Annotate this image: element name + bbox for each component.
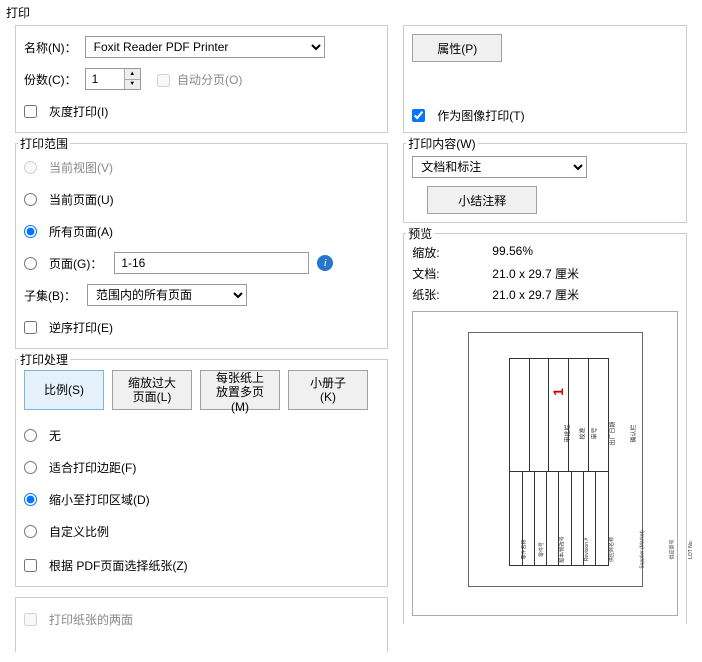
preview-group: 预览 缩放: 99.56% 文档: 21.0 x 29.7 厘米 纸张: 21.… xyxy=(403,233,687,624)
copies-label: 份数(C)： xyxy=(24,71,77,88)
info-icon[interactable]: i xyxy=(317,255,333,271)
duplex-group: 打印纸张的两面 xyxy=(15,597,388,652)
range-legend: 打印范围 xyxy=(18,135,70,152)
range-group: 打印范围 当前视图(V) 当前页面(U) 所有页面(A) 页面(G)： i 子集… xyxy=(15,143,388,349)
dialog-title: 打印 xyxy=(0,0,702,25)
tab-large[interactable]: 缩放过大 页面(L) xyxy=(112,370,192,410)
content-group: 打印内容(W) 文档和标注 小结注释 xyxy=(403,143,687,223)
scale-custom-label: 自定义比例 xyxy=(49,523,109,540)
subset-label: 子集(B)： xyxy=(24,287,79,304)
scale-shrink-label: 缩小至打印区域(D) xyxy=(49,491,150,508)
printer-group: 名称(N)： Foxit Reader PDF Printer 份数(C)： ▲… xyxy=(15,25,388,133)
scale-none-label: 无 xyxy=(49,427,61,444)
paper-value: 21.0 x 29.7 厘米 xyxy=(492,286,579,303)
summarize-button[interactable]: 小结注释 xyxy=(427,186,537,214)
page-number: 1 xyxy=(550,388,566,396)
reverse-checkbox[interactable] xyxy=(24,321,37,334)
content-legend: 打印内容(W) xyxy=(406,135,477,152)
properties-button[interactable]: 属性(P) xyxy=(412,34,502,62)
current-view-label: 当前视图(V) xyxy=(49,159,113,176)
scale-fit-radio[interactable] xyxy=(24,461,37,474)
scale-fit-label: 适合打印边距(F) xyxy=(49,459,136,476)
choose-paper-checkbox[interactable] xyxy=(24,559,37,572)
preview-legend: 预览 xyxy=(406,225,434,242)
collate-label: 自动分页(O) xyxy=(177,73,242,87)
spin-down-icon[interactable]: ▼ xyxy=(124,80,140,90)
zoom-value: 99.56% xyxy=(492,244,533,261)
duplex-checkbox xyxy=(24,613,37,626)
as-image-label: 作为图像打印(T) xyxy=(437,107,524,124)
collate-checkbox xyxy=(157,74,170,87)
paper-label: 纸张: xyxy=(412,286,452,303)
name-label: 名称(N)： xyxy=(24,39,77,56)
scale-none-radio[interactable] xyxy=(24,429,37,442)
as-image-checkbox[interactable] xyxy=(412,109,425,122)
all-pages-label: 所有页面(A) xyxy=(49,223,113,240)
preview-top-labels: 审批栏 校准 审号 出厂日期 确认栏 xyxy=(558,429,606,438)
scale-custom-radio[interactable] xyxy=(24,525,37,538)
tab-multi[interactable]: 每张纸上 放置多页(M) xyxy=(200,370,280,410)
tab-booklet[interactable]: 小册子(K) xyxy=(288,370,368,410)
spin-up-icon[interactable]: ▲ xyxy=(124,69,140,80)
handling-legend: 打印处理 xyxy=(18,351,70,368)
current-page-radio[interactable] xyxy=(24,193,37,206)
top-right-group: 属性(P) 作为图像打印(T) xyxy=(403,25,687,133)
preview-sheet: 1 审批栏 校准 审号 出厂日期 确认栏 零件名称 零件号 版本/修改号 xyxy=(468,332,643,587)
doc-label: 文档: xyxy=(412,265,452,282)
scale-shrink-radio[interactable] xyxy=(24,493,37,506)
pages-radio[interactable] xyxy=(24,257,37,270)
tab-scale[interactable]: 比例(S) xyxy=(24,370,104,410)
reverse-label: 逆序打印(E) xyxy=(49,319,113,336)
pages-input[interactable] xyxy=(114,252,309,274)
preview-bot-labels: 零件名称 零件号 版本/修改号 Revision # 供应商名称 Supplie… xyxy=(514,546,606,553)
handling-group: 打印处理 比例(S) 缩放过大 页面(L) 每张纸上 放置多页(M) 小册子(K… xyxy=(15,359,388,587)
grayscale-checkbox[interactable] xyxy=(24,105,37,118)
subset-select[interactable]: 范围内的所有页面 xyxy=(87,284,247,306)
choose-paper-label: 根据 PDF页面选择纸张(Z) xyxy=(49,557,188,574)
all-pages-radio[interactable] xyxy=(24,225,37,238)
current-page-label: 当前页面(U) xyxy=(49,191,114,208)
current-view-radio xyxy=(24,161,37,174)
doc-value: 21.0 x 29.7 厘米 xyxy=(492,265,579,282)
zoom-label: 缩放: xyxy=(412,244,452,261)
duplex-label: 打印纸张的两面 xyxy=(49,611,133,628)
pages-label: 页面(G)： xyxy=(49,255,102,272)
printer-select[interactable]: Foxit Reader PDF Printer xyxy=(85,36,325,58)
content-select[interactable]: 文档和标注 xyxy=(412,156,587,178)
grayscale-label: 灰度打印(I) xyxy=(49,103,108,120)
preview-area: 1 审批栏 校准 审号 出厂日期 确认栏 零件名称 零件号 版本/修改号 xyxy=(412,311,678,616)
